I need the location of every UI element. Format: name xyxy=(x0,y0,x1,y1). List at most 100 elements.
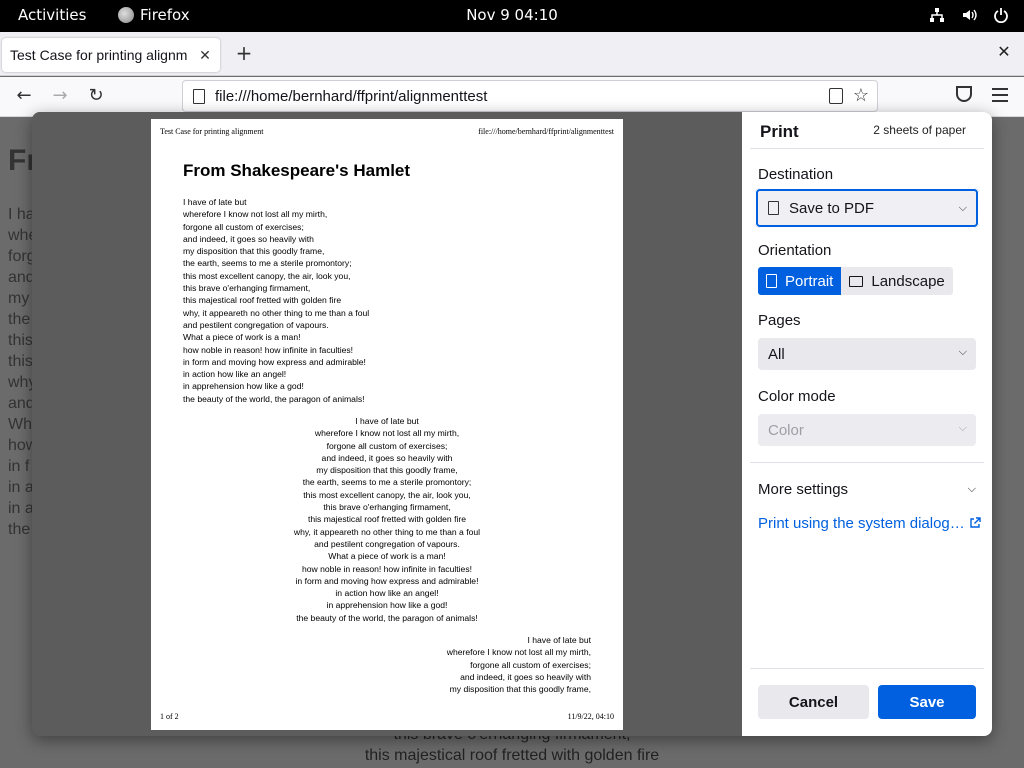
poem-line: wherefore I know not lost all my mirth, xyxy=(446,647,591,658)
sheet-heading: From Shakespeare's Hamlet xyxy=(183,161,411,180)
document-icon xyxy=(768,201,779,215)
network-icon[interactable] xyxy=(928,6,946,24)
poem-left-aligned: I have of late but wherefore I know not l… xyxy=(183,196,369,405)
window-close-icon[interactable]: ✕ xyxy=(996,44,1012,60)
poem-line: in form and moving how express and admir… xyxy=(295,575,479,586)
background-line: this majestical roof fretted with golden… xyxy=(364,747,660,764)
navigation-toolbar: ← → ↻ file:///home/bernhard/ffprint/alig… xyxy=(0,77,1024,117)
bookmark-star-icon[interactable]: ☆ xyxy=(853,85,869,106)
sheet-header-title: Test Case for printing alignment xyxy=(160,127,264,136)
volume-icon[interactable] xyxy=(960,6,978,24)
system-dialog-label: Print using the system dialog… xyxy=(758,515,969,532)
reload-icon[interactable]: ↻ xyxy=(85,86,107,108)
poem-line: my disposition that this goodly frame, xyxy=(316,465,458,476)
poem-line: the earth, seems to me a sterile promont… xyxy=(183,258,352,269)
more-settings-label: More settings xyxy=(758,481,849,498)
tab-title: Test Case for printing alignm xyxy=(10,47,188,63)
portrait-button[interactable]: Portrait xyxy=(758,267,842,295)
orientation-toggle: Portrait Landscape xyxy=(758,267,953,295)
url-bar[interactable]: file:///home/bernhard/ffprint/alignmentt… xyxy=(182,80,878,112)
hamburger-menu-icon[interactable] xyxy=(992,88,1008,102)
poem-line: wherefore I know not lost all my mirth, xyxy=(314,428,460,439)
landscape-icon xyxy=(849,275,864,287)
forward-icon[interactable]: → xyxy=(49,86,71,108)
poem-line: this most excellent canopy, the air, loo… xyxy=(303,489,471,500)
pages-value: All xyxy=(768,345,785,363)
print-settings-panel: Print 2 sheets of paper Destination Save… xyxy=(742,112,992,736)
sheet-header-url: file:///home/bernhard/ffprint/alignmentt… xyxy=(478,127,614,136)
poem-line: and indeed, it goes so heavily with xyxy=(183,233,314,244)
back-icon[interactable]: ← xyxy=(13,86,35,108)
page-icon xyxy=(193,89,205,104)
poem-line: forgone all custom of exercises; xyxy=(470,659,591,670)
landscape-button[interactable]: Landscape xyxy=(841,267,953,295)
poem-line: this brave o'erhanging firmament, xyxy=(323,502,451,513)
poem-line: in form and moving how express and admir… xyxy=(183,356,366,367)
pages-select[interactable]: All ⌵ xyxy=(758,338,976,370)
pages-label: Pages xyxy=(758,312,801,329)
system-tray[interactable] xyxy=(928,6,1010,24)
poem-line: this majestical roof fretted with golden… xyxy=(307,514,467,525)
poem-line: why, it appeareth no other thing to me t… xyxy=(293,526,481,537)
poem-line: how noble in reason! how infinite in fac… xyxy=(301,563,473,574)
external-link-icon xyxy=(970,517,981,528)
poem-line: how noble in reason! how infinite in fac… xyxy=(183,344,354,355)
portrait-icon xyxy=(766,274,777,288)
divider xyxy=(750,668,984,669)
more-settings-toggle[interactable]: More settings ⌵ xyxy=(758,481,976,498)
chevron-down-icon: ⌵ xyxy=(967,483,976,495)
poem-line: forgone all custom of exercises; xyxy=(326,440,448,451)
poem-line: my disposition that this goodly frame, xyxy=(449,684,591,695)
power-icon[interactable] xyxy=(992,6,1010,24)
app-menu[interactable]: Firefox xyxy=(118,6,190,24)
poem-center-aligned: I have of late but wherefore I know not l… xyxy=(151,415,623,624)
gnome-top-bar: Activities Firefox Nov 9 04:10 xyxy=(0,0,1024,32)
print-dialog: Test Case for printing alignment file://… xyxy=(32,112,992,736)
sheet-page-number: 1 of 2 xyxy=(160,712,179,721)
poem-line: and pestilent congregation of vapours. xyxy=(314,538,460,549)
activities-button[interactable]: Activities xyxy=(18,6,86,24)
poem-line: and pestilent congregation of vapours. xyxy=(183,319,329,330)
poem-line: and indeed, it goes so heavily with xyxy=(460,671,591,682)
poem-right-aligned: I have of late but wherefore I know not l… xyxy=(447,634,591,695)
poem-line: the earth, seems to me a sterile promont… xyxy=(302,477,472,488)
poem-line: I have of late but xyxy=(183,197,247,207)
portrait-label: Portrait xyxy=(785,272,834,290)
sheet-count: 2 sheets of paper xyxy=(873,123,966,137)
system-dialog-link[interactable]: Print using the system dialog… xyxy=(758,515,981,532)
destination-label: Destination xyxy=(758,166,834,183)
destination-select[interactable]: Save to PDF ⌵ xyxy=(755,188,979,228)
app-name: Firefox xyxy=(140,6,190,24)
chevron-down-icon: ⌵ xyxy=(958,422,967,434)
poem-line: this brave o'erhanging firmament, xyxy=(183,283,311,294)
poem-line: this majestical roof fretted with golden… xyxy=(183,295,342,306)
color-mode-value: Color xyxy=(768,421,804,439)
new-tab-button[interactable]: + xyxy=(234,43,254,64)
poem-line: in action how like an angel! xyxy=(183,369,287,380)
save-button[interactable]: Save xyxy=(878,685,976,719)
poem-line: in action how like an angel! xyxy=(335,588,439,599)
reader-view-icon[interactable] xyxy=(829,88,843,104)
chevron-down-icon: ⌵ xyxy=(958,346,967,358)
poem-line: forgone all custom of exercises; xyxy=(183,221,304,232)
pocket-icon[interactable] xyxy=(956,86,972,102)
cancel-button[interactable]: Cancel xyxy=(758,685,869,719)
poem-line: my disposition that this goodly frame, xyxy=(183,246,325,257)
poem-line: the beauty of the world, the paragon of … xyxy=(296,612,478,623)
preview-sheet: Test Case for printing alignment file://… xyxy=(151,119,623,730)
sheet-date: 11/9/22, 04:10 xyxy=(567,712,614,721)
poem-line: in apprehension how like a god! xyxy=(183,381,304,392)
poem-line: the beauty of the world, the paragon of … xyxy=(183,393,365,404)
url-text[interactable]: file:///home/bernhard/ffprint/alignmentt… xyxy=(215,88,487,105)
browser-tab[interactable]: Test Case for printing alignm ✕ xyxy=(2,38,220,72)
poem-line: I have of late but xyxy=(355,416,419,426)
landscape-label: Landscape xyxy=(871,272,945,290)
color-mode-select: Color ⌵ xyxy=(758,414,976,446)
orientation-label: Orientation xyxy=(758,242,832,259)
tab-close-icon[interactable]: ✕ xyxy=(198,47,212,64)
poem-line: in apprehension how like a god! xyxy=(326,600,448,611)
poem-line: I have of late but xyxy=(527,635,591,645)
color-mode-label: Color mode xyxy=(758,388,836,405)
poem-line: What a piece of work is a man! xyxy=(183,332,301,343)
poem-line: What a piece of work is a man! xyxy=(328,551,446,562)
